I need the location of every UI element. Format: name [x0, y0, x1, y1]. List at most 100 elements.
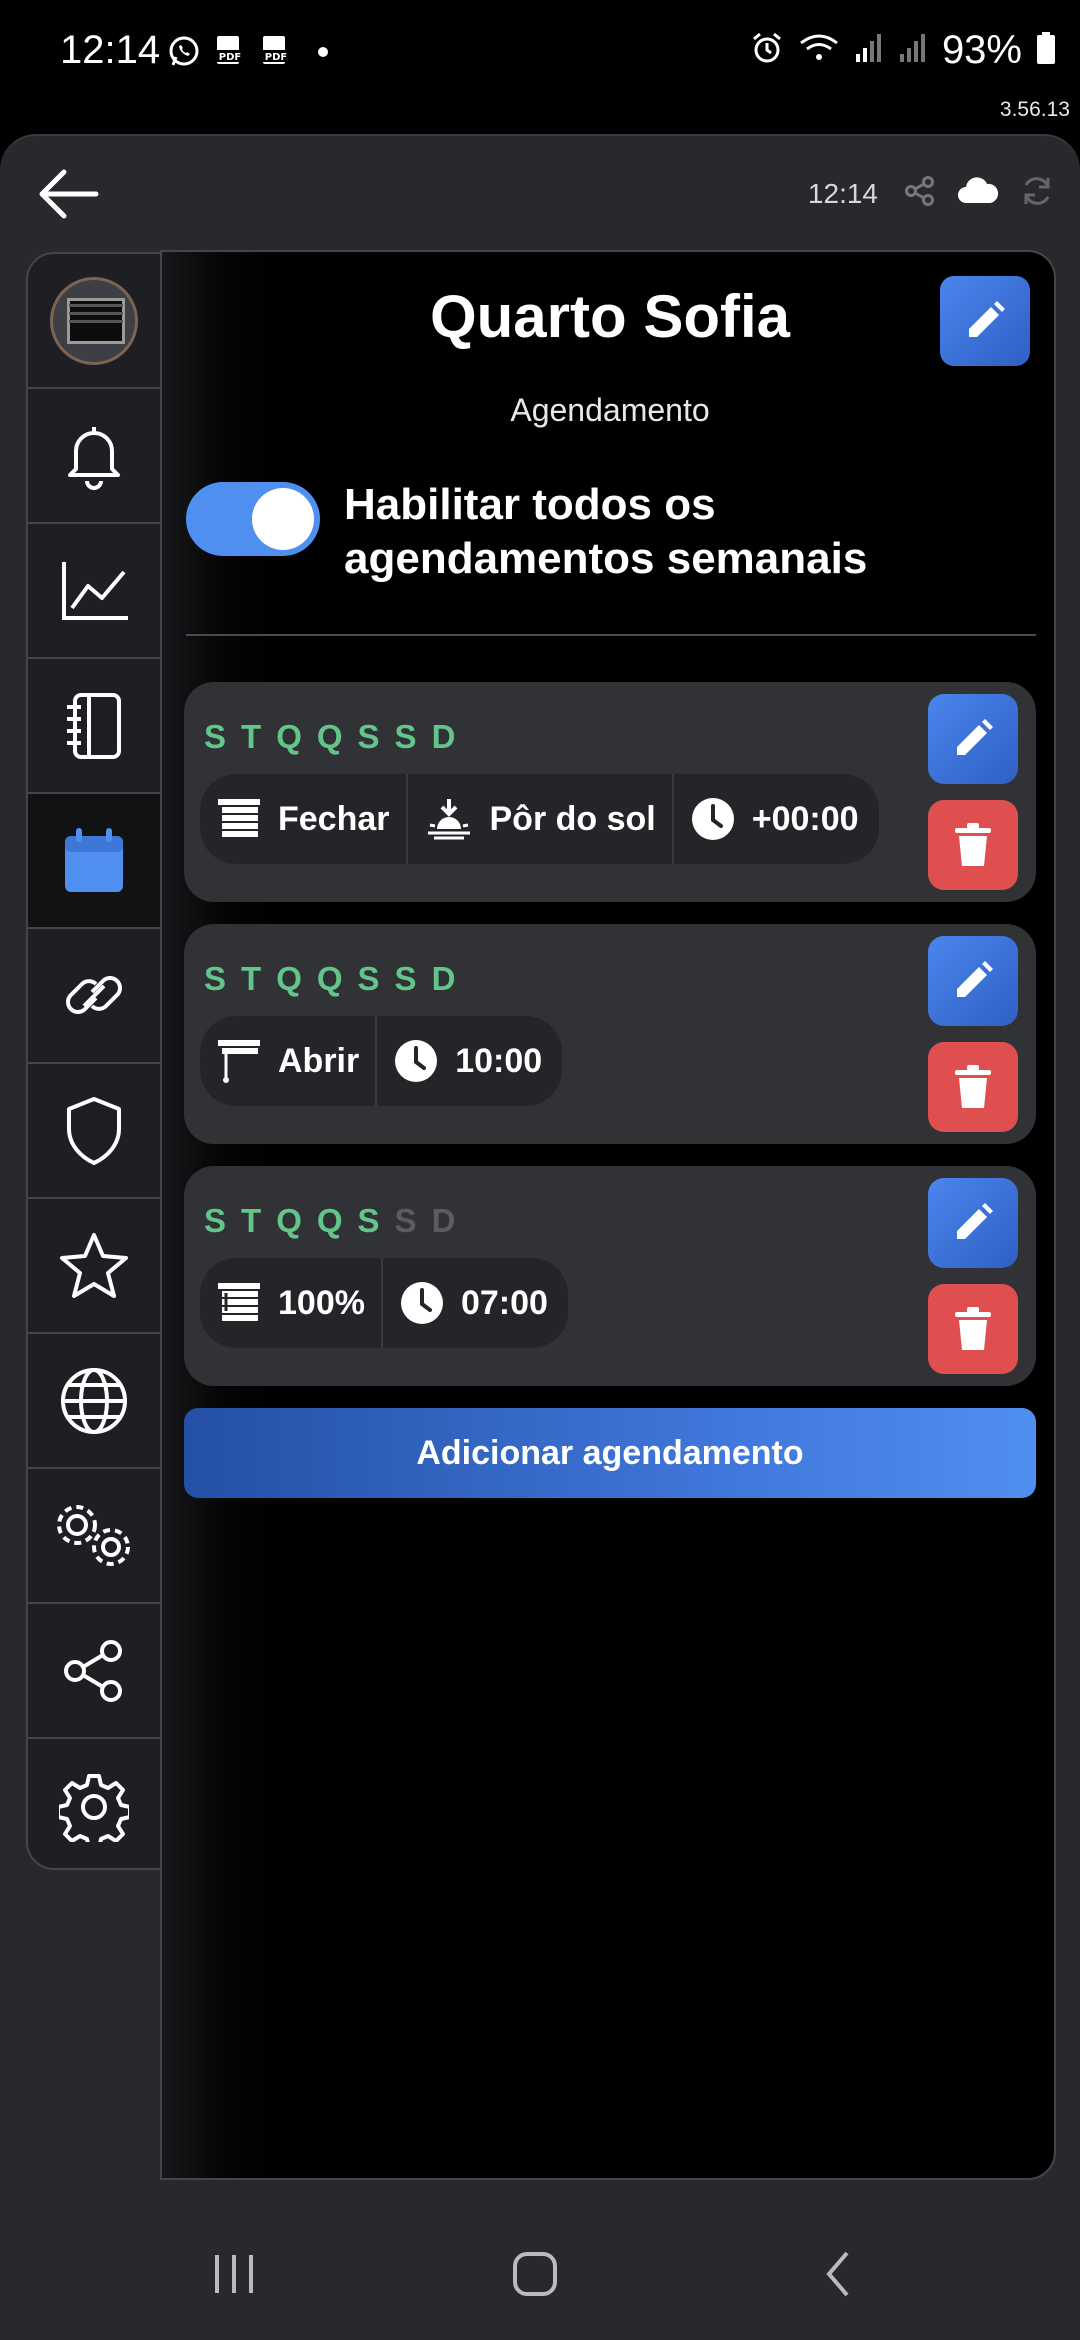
- schedule-card: S T Q Q S S D 100% 07:00: [184, 1166, 1036, 1386]
- sidebar-item-charts[interactable]: [28, 524, 160, 659]
- schedule-card: S T Q Q S S D Fechar Pôr do sol +00:00: [184, 682, 1036, 902]
- link-icon: [66, 975, 122, 1014]
- more-notifications-dot-icon: [318, 47, 328, 57]
- weekday: S: [394, 718, 418, 755]
- share-icon[interactable]: [904, 175, 936, 212]
- share-icon: [64, 1639, 122, 1702]
- blind-closed-icon: [218, 799, 260, 837]
- chart-line-icon: [62, 561, 128, 620]
- star-icon: [60, 1232, 128, 1298]
- shield-icon: [67, 1096, 121, 1165]
- signal-icon: [898, 32, 928, 69]
- weekday: T: [241, 960, 263, 997]
- back-button[interactable]: [36, 162, 100, 226]
- signal-icon: [854, 32, 884, 69]
- clock-icon: [400, 1282, 443, 1324]
- recent-apps-button[interactable]: [194, 2234, 274, 2314]
- whatsapp-icon: [166, 34, 202, 70]
- trash-icon: [955, 1065, 991, 1108]
- weekday: S: [204, 718, 228, 755]
- action-label: Abrir: [278, 1041, 360, 1080]
- trigger-label: Pôr do sol: [489, 799, 656, 838]
- schedule-details: Fechar Pôr do sol +00:00: [200, 774, 879, 864]
- status-notification-icons: PDF PDF: [166, 34, 328, 70]
- notebook-icon: [67, 692, 121, 759]
- app-version: 3.56.13: [999, 98, 1070, 121]
- action-label: 100%: [278, 1283, 365, 1322]
- svg-text:PDF: PDF: [265, 52, 287, 63]
- page-subtitle: Agendamento: [510, 392, 710, 428]
- cloud-icon[interactable]: [956, 175, 1000, 212]
- sidebar: [26, 252, 162, 1870]
- weekday: S: [204, 960, 228, 997]
- delete-schedule-button[interactable]: [928, 800, 1018, 890]
- sidebar-item-network[interactable]: [28, 1334, 160, 1469]
- edit-schedule-button[interactable]: [928, 694, 1018, 784]
- weekday: D: [431, 960, 457, 997]
- weekday-list: S T Q Q S S D: [204, 960, 456, 998]
- delete-schedule-button[interactable]: [928, 1042, 1018, 1132]
- edit-schedule-button[interactable]: [928, 936, 1018, 1026]
- blind-open-icon: [218, 1040, 260, 1083]
- page-title: Quarto Sofia: [429, 283, 791, 350]
- edit-device-button[interactable]: [940, 276, 1030, 366]
- time-label: 10:00: [455, 1041, 543, 1080]
- battery-icon: [1036, 31, 1056, 70]
- pdf-icon: PDF: [258, 34, 294, 70]
- schedule-card: S T Q Q S S D Abrir 10:00: [184, 924, 1036, 1144]
- enable-all-toggle[interactable]: [186, 482, 320, 556]
- sidebar-item-favorites[interactable]: [28, 1199, 160, 1334]
- enable-all-label: Habilitar todos os agendamentos semanais: [344, 480, 868, 583]
- schedule-details: Abrir 10:00: [200, 1016, 563, 1106]
- pencil-icon: [957, 1203, 993, 1239]
- enable-all-row: Habilitar todos os agendamentos semanais: [186, 478, 1036, 586]
- action-pill: Abrir: [200, 1016, 378, 1106]
- weekday: S: [204, 1202, 228, 1239]
- weekday: Q: [276, 960, 303, 997]
- home-button[interactable]: [495, 2234, 575, 2314]
- trigger-pill: Pôr do sol: [408, 774, 674, 864]
- weekday: S: [394, 960, 418, 997]
- system-nav-bar: [0, 2200, 1080, 2340]
- sidebar-item-schedule[interactable]: [28, 794, 160, 929]
- action-pill: Fechar: [200, 774, 408, 864]
- sidebar-item-notifications[interactable]: [28, 389, 160, 524]
- trash-icon: [955, 823, 991, 866]
- time-pill: 07:00: [383, 1258, 568, 1348]
- main-panel: Quarto Sofia Agendamento Habilitar todos…: [160, 250, 1056, 2180]
- clock-icon: [691, 798, 734, 840]
- gear-icon: [59, 1773, 129, 1842]
- home-icon: [513, 2252, 557, 2296]
- top-bar: 12:14: [0, 136, 1080, 248]
- sidebar-item-links[interactable]: [28, 929, 160, 1064]
- weekday-list: S T Q Q S S D: [204, 1202, 456, 1240]
- edit-schedule-button[interactable]: [928, 1178, 1018, 1268]
- sidebar-item-security[interactable]: [28, 1064, 160, 1199]
- weekday: S: [357, 1202, 381, 1239]
- avatar: [50, 276, 138, 365]
- refresh-icon[interactable]: [1020, 174, 1054, 213]
- pencil-icon: [957, 961, 993, 997]
- weekday: S: [357, 960, 381, 997]
- sidebar-item-log[interactable]: [28, 659, 160, 794]
- weekday: Q: [316, 718, 344, 755]
- alarm-icon: [750, 31, 784, 70]
- weekday: T: [241, 1202, 263, 1239]
- time-label: 07:00: [460, 1283, 548, 1322]
- weekday: T: [241, 718, 263, 755]
- status-system-icons: 93%: [750, 28, 1056, 73]
- sidebar-item-share[interactable]: [28, 1604, 160, 1739]
- sunset-icon: [427, 799, 470, 840]
- delete-schedule-button[interactable]: [928, 1284, 1018, 1374]
- time-pill: +00:00: [674, 774, 879, 864]
- pencil-icon: [969, 301, 1005, 337]
- sidebar-item-advanced-settings[interactable]: [28, 1469, 160, 1604]
- add-schedule-button[interactable]: Adicionar agendamento: [184, 1408, 1036, 1498]
- trash-icon: [955, 1307, 991, 1350]
- status-time: 12:14: [60, 28, 161, 72]
- sidebar-item-settings[interactable]: [28, 1739, 160, 1868]
- sidebar-item-device[interactable]: [28, 254, 160, 389]
- weekday: Q: [276, 718, 303, 755]
- back-nav-button[interactable]: [800, 2234, 880, 2314]
- clock-icon: [395, 1040, 438, 1082]
